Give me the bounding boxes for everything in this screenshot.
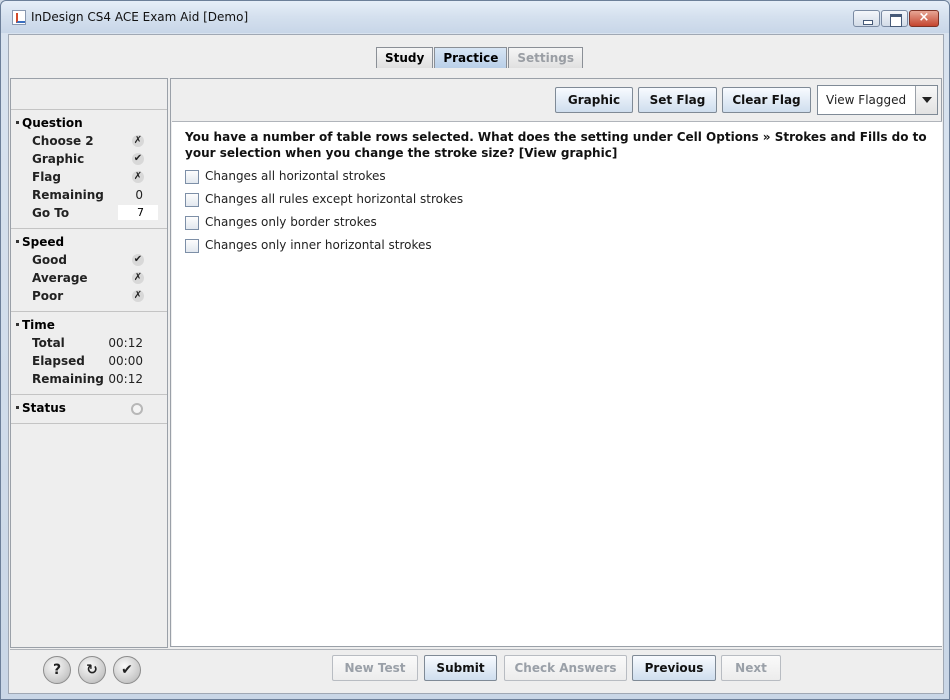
time-section: Time Total 00:12 Elapsed 00:00 Remaining 00… (11, 311, 167, 394)
check-answers-button[interactable]: Check Answers (504, 655, 627, 681)
graphic-row: Graphic ✔ (32, 152, 144, 166)
question-panel: Graphic Set Flag Clear Flag View Flagged… (170, 78, 942, 647)
time-total-row: Total 00:12 (32, 336, 143, 350)
speed-poor-row: Poor ✗ (32, 289, 144, 303)
time-remaining-row: Remaining 00:12 (32, 372, 143, 386)
flag-row: Flag ✗ (32, 170, 144, 184)
question-section: Question Choose 2 ✗ Graphic ✔ Flag ✗ Remain… (11, 109, 167, 228)
status-section: Status (11, 394, 167, 424)
section-heading[interactable]: Status (11, 399, 167, 417)
app-icon (12, 10, 26, 25)
maximize-button[interactable] (881, 10, 908, 27)
answer-checkbox[interactable] (185, 170, 199, 184)
close-button[interactable]: × (909, 10, 939, 27)
answer-option[interactable]: Changes all rules except horizontal stro… (183, 189, 603, 211)
checklist-icon[interactable]: ✔ (113, 656, 141, 684)
next-button[interactable]: Next (721, 655, 781, 681)
speed-good-row: Good ✔ (32, 253, 144, 267)
client-area: Study Practice Settings Question Choose … (8, 34, 944, 694)
goto-row: Go To (11, 204, 167, 222)
status-indicator-icon (131, 403, 143, 415)
help-icon[interactable]: ? (43, 656, 71, 684)
check-icon: ✔ (132, 153, 144, 165)
section-heading[interactable]: Question (11, 114, 167, 132)
question-toolbar: Graphic Set Flag Clear Flag View Flagged (171, 79, 941, 119)
tab-practice[interactable]: Practice (434, 47, 508, 68)
question-content: You have a number of table rows selected… (172, 121, 942, 646)
remaining-row: Remaining 0 (32, 188, 143, 202)
time-elapsed-row: Elapsed 00:00 (32, 354, 143, 368)
check-icon: ✔ (132, 254, 144, 266)
tab-study[interactable]: Study (376, 47, 434, 68)
remaining-value: 0 (135, 188, 143, 202)
tab-settings[interactable]: Settings (508, 47, 584, 68)
view-select-value: View Flagged (826, 93, 907, 107)
answer-option[interactable]: Changes all horizontal strokes (183, 166, 603, 188)
history-icon[interactable]: ↻ (78, 656, 106, 684)
choose-count-row: Choose 2 ✗ (32, 134, 144, 148)
answer-checkbox[interactable] (185, 239, 199, 253)
chevron-down-icon[interactable] (915, 86, 937, 114)
section-heading[interactable]: Time (11, 316, 167, 334)
app-window: InDesign CS4 ACE Exam Aid [Demo] × Study… (0, 0, 950, 700)
goto-input[interactable] (118, 205, 158, 220)
cross-icon: ✗ (132, 290, 144, 302)
previous-button[interactable]: Previous (632, 655, 716, 681)
minimize-button[interactable] (853, 10, 880, 27)
question-text: You have a number of table rows selected… (185, 130, 927, 160)
info-sidebar: Question Choose 2 ✗ Graphic ✔ Flag ✗ Remain… (10, 78, 168, 648)
view-flagged-dropdown[interactable]: View Flagged (817, 85, 938, 115)
title-bar: InDesign CS4 ACE Exam Aid [Demo] × (1, 1, 949, 33)
mode-tabs: Study Practice Settings (376, 47, 584, 69)
clear-flag-button[interactable]: Clear Flag (722, 87, 811, 113)
graphic-button[interactable]: Graphic (555, 87, 633, 113)
answer-checkbox[interactable] (185, 193, 199, 207)
answer-option[interactable]: Changes only border strokes (183, 212, 603, 234)
answer-option[interactable]: Changes only inner horizontal strokes (183, 235, 603, 257)
cross-icon: ✗ (132, 272, 144, 284)
close-icon: × (918, 10, 930, 25)
speed-average-row: Average ✗ (32, 271, 144, 285)
window-title: InDesign CS4 ACE Exam Aid [Demo] (31, 10, 249, 24)
speed-section: Speed Good ✔ Average ✗ Poor ✗ (11, 228, 167, 311)
answer-checkbox[interactable] (185, 216, 199, 230)
section-heading[interactable]: Speed (11, 233, 167, 251)
submit-button[interactable]: Submit (424, 655, 497, 681)
bottom-bar: ? ↻ ✔ New Test Submit Check Answers Prev… (10, 649, 942, 693)
new-test-button[interactable]: New Test (332, 655, 418, 681)
cross-icon: ✗ (132, 135, 144, 147)
set-flag-button[interactable]: Set Flag (638, 87, 717, 113)
cross-icon: ✗ (132, 171, 144, 183)
